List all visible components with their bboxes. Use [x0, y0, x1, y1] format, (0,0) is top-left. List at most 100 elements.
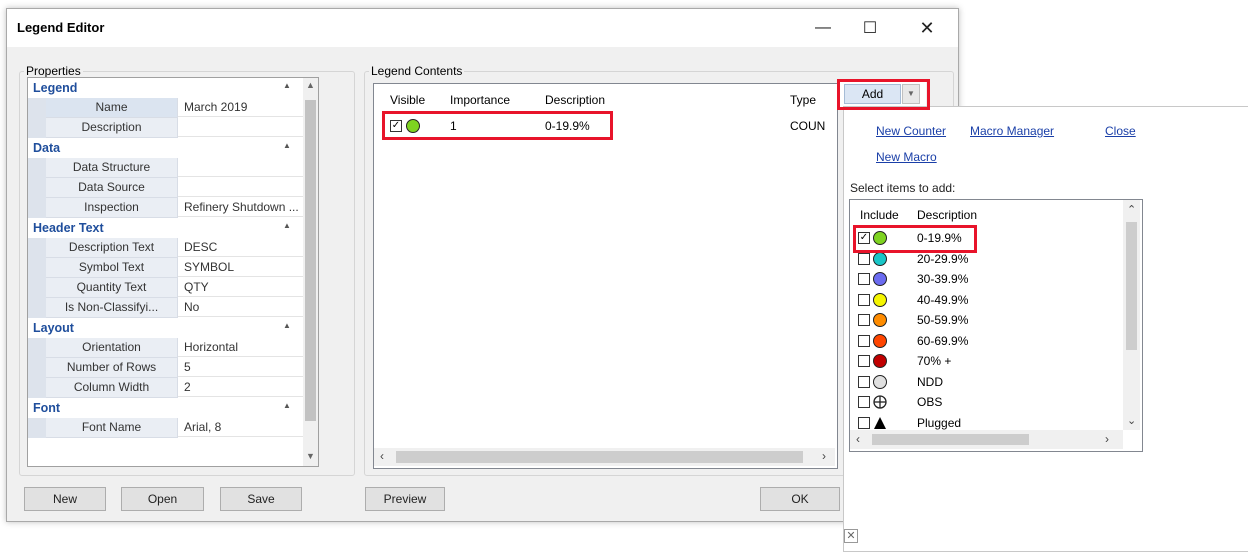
property-row[interactable]: Is Non-Classifyi... No [28, 298, 318, 318]
column-header-type[interactable]: Type [790, 93, 816, 107]
scroll-right-icon[interactable]: › [1105, 432, 1109, 446]
scrollbar-thumb[interactable] [305, 100, 316, 421]
column-header-include[interactable]: Include [860, 208, 899, 222]
row-margin [28, 198, 46, 218]
property-value[interactable]: 5 [178, 358, 303, 377]
macro-manager-link[interactable]: Macro Manager [970, 124, 1054, 138]
minimize-icon[interactable]: — [800, 9, 846, 47]
scroll-left-icon[interactable]: ‹ [856, 432, 860, 446]
scrollbar-thumb[interactable] [1126, 222, 1137, 350]
item-row[interactable]: 60-69.9% [850, 331, 1125, 351]
category-row[interactable]: Layout ▲ [28, 318, 318, 338]
scroll-down-icon[interactable]: ▼ [306, 451, 315, 461]
property-row[interactable]: Data Structure [28, 158, 318, 178]
property-row[interactable]: Number of Rows 5 [28, 358, 318, 378]
property-value[interactable] [178, 118, 303, 137]
item-row[interactable]: OBS [850, 392, 1125, 412]
new-macro-link[interactable]: New Macro [876, 150, 937, 164]
hscroll-thumb[interactable] [872, 434, 1029, 445]
property-value[interactable]: Horizontal [178, 338, 303, 357]
collapse-icon[interactable]: ▲ [283, 81, 291, 90]
collapse-icon[interactable]: ▲ [283, 321, 291, 330]
property-value[interactable]: QTY [178, 278, 303, 297]
property-row[interactable]: Description [28, 118, 318, 138]
scroll-down-icon[interactable]: ⌄ [1127, 414, 1136, 427]
close-icon[interactable]: ✕ [904, 9, 950, 47]
collapse-icon[interactable]: ▲ [283, 141, 291, 150]
title-bar[interactable]: Legend Editor — ☐ ✕ [7, 9, 958, 47]
close-link[interactable]: Close [1105, 124, 1136, 138]
close-icon[interactable]: ✕ [844, 529, 858, 543]
circle-symbol-icon [873, 374, 887, 389]
column-header-importance[interactable]: Importance [450, 93, 510, 107]
property-row[interactable]: Symbol Text SYMBOL [28, 258, 318, 278]
property-name: Data Source [46, 178, 178, 198]
item-row[interactable]: NDD [850, 372, 1125, 392]
property-row[interactable]: Description Text DESC [28, 238, 318, 258]
item-description: 30-39.9% [917, 272, 969, 286]
new-counter-link[interactable]: New Counter [876, 124, 946, 138]
column-header-visible[interactable]: Visible [390, 93, 425, 107]
items-vscrollbar[interactable]: ⌃ ⌄ [1123, 200, 1140, 430]
highlight-add-button [837, 79, 930, 110]
property-row[interactable]: Quantity Text QTY [28, 278, 318, 298]
category-row[interactable]: Data ▲ [28, 138, 318, 158]
property-name: Name [46, 98, 178, 118]
save-button[interactable]: Save [220, 487, 302, 511]
open-button[interactable]: Open [121, 487, 204, 511]
include-checkbox[interactable] [858, 273, 870, 285]
property-grid-scrollbar[interactable]: ▲ ▼ [303, 78, 318, 466]
property-value[interactable]: Refinery Shutdown ... [178, 198, 303, 217]
property-row[interactable]: Inspection Refinery Shutdown ... [28, 198, 318, 218]
property-row[interactable]: Orientation Horizontal [28, 338, 318, 358]
include-checkbox[interactable] [858, 416, 870, 429]
item-row[interactable]: 40-49.9% [850, 290, 1125, 310]
property-row[interactable]: Font Name Arial, 8 [28, 418, 318, 438]
property-row[interactable]: Column Width 2 [28, 378, 318, 398]
property-row[interactable]: Data Source [28, 178, 318, 198]
property-name: Orientation [46, 338, 178, 358]
legend-list-hscrollbar[interactable]: ‹ › [374, 448, 835, 466]
include-checkbox[interactable] [858, 396, 870, 408]
property-value[interactable] [178, 158, 303, 177]
category-row[interactable]: Legend ▲ [28, 78, 318, 98]
column-header-description[interactable]: Description [545, 93, 605, 107]
property-value[interactable] [178, 178, 303, 197]
property-value[interactable]: SYMBOL [178, 258, 303, 277]
include-checkbox[interactable] [858, 314, 870, 326]
legend-contents-list[interactable]: Visible Importance Description Type ✓ 1 … [373, 83, 838, 469]
include-checkbox[interactable] [858, 293, 870, 306]
triangle-icon [874, 416, 886, 429]
include-checkbox[interactable] [858, 334, 870, 347]
property-value[interactable]: DESC [178, 238, 303, 257]
scroll-left-icon[interactable]: ‹ [380, 449, 384, 463]
include-checkbox[interactable] [858, 375, 870, 388]
category-row[interactable]: Font ▲ [28, 398, 318, 418]
include-checkbox[interactable] [858, 252, 870, 265]
preview-button[interactable]: Preview [365, 487, 445, 511]
items-hscrollbar[interactable]: ‹ › [850, 430, 1123, 449]
scroll-right-icon[interactable]: › [822, 449, 826, 463]
scroll-up-icon[interactable]: ▲ [306, 80, 315, 90]
item-row[interactable]: 50-59.9% [850, 310, 1125, 330]
scroll-up-icon[interactable]: ⌃ [1127, 203, 1136, 216]
collapse-icon[interactable]: ▲ [283, 401, 291, 410]
new-button[interactable]: New [24, 487, 106, 511]
item-description: 70% + [917, 354, 952, 368]
category-row[interactable]: Header Text ▲ [28, 218, 318, 238]
column-header-description[interactable]: Description [917, 208, 977, 222]
property-row[interactable]: Name March 2019 [28, 98, 318, 118]
property-grid[interactable]: Legend ▲ Name March 2019 Description Data ▲ Dat… [27, 77, 319, 467]
property-value[interactable]: No [178, 298, 303, 317]
collapse-icon[interactable]: ▲ [283, 221, 291, 230]
property-value[interactable]: March 2019 [178, 98, 303, 117]
item-row[interactable]: 70% + [850, 351, 1125, 371]
property-value[interactable]: 2 [178, 378, 303, 397]
maximize-icon[interactable]: ☐ [847, 9, 893, 47]
property-name: Description [46, 118, 178, 138]
ok-button[interactable]: OK [760, 487, 840, 511]
item-row[interactable]: 30-39.9% [850, 269, 1125, 289]
property-value[interactable]: Arial, 8 [178, 418, 303, 437]
include-checkbox[interactable] [858, 355, 870, 367]
hscroll-thumb[interactable] [396, 451, 803, 463]
